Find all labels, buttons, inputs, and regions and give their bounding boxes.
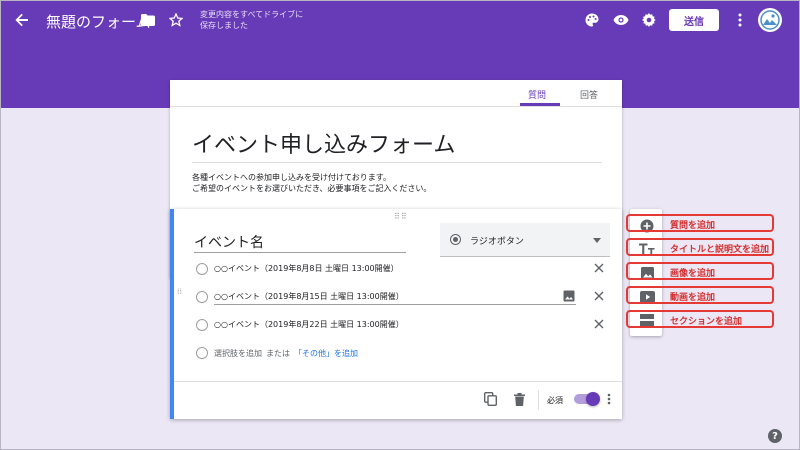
or-text: または <box>266 349 290 358</box>
palette-icon[interactable] <box>582 10 602 30</box>
duplicate-icon[interactable] <box>482 391 498 407</box>
active-tab-indicator <box>520 103 560 106</box>
top-app-bar: 無題のフォーム 変更内容をすべてドライブに 保存しました 送信 <box>0 0 800 40</box>
save-status: 変更内容をすべてドライブに 保存しました <box>200 10 304 30</box>
remove-option-icon[interactable] <box>592 261 606 275</box>
remove-option-icon[interactable] <box>592 289 606 303</box>
option-text[interactable]: ○○イベント（2019年8月8日 土曜日 13:00開催） <box>214 263 399 274</box>
add-image-icon[interactable] <box>562 289 576 303</box>
required-label: 必須 <box>547 396 563 405</box>
preview-eye-icon[interactable] <box>611 10 631 30</box>
option-text[interactable]: ○○イベント（2019年8月22日 土曜日 13:00開催） <box>214 319 404 330</box>
star-icon[interactable] <box>166 10 186 30</box>
add-other-link[interactable]: 「その他」を追加 <box>294 349 358 358</box>
question-title-underline <box>194 252 406 253</box>
card-footer-divider <box>174 381 622 382</box>
callout-add-question: 質問を追加 <box>626 214 774 232</box>
delete-trash-icon[interactable] <box>511 391 527 407</box>
add-option-link[interactable]: 選択肢を追加 <box>214 349 262 358</box>
form-name[interactable]: 無題のフォーム <box>46 11 151 32</box>
toggle-knob <box>586 392 600 406</box>
form-main-title[interactable]: イベント申し込みフォーム <box>192 127 455 159</box>
back-arrow-icon[interactable] <box>12 10 32 30</box>
option-underline <box>214 304 576 305</box>
tab-questions[interactable]: 質問 <box>528 88 546 101</box>
option-radio <box>196 319 208 331</box>
question-type-label: ラジオボタン <box>470 237 524 247</box>
callout-label: 質問を追加 <box>670 221 716 231</box>
callout-label: 画像を追加 <box>670 269 716 279</box>
more-vert-icon[interactable] <box>730 10 750 30</box>
add-option-line: 選択肢を追加 または 「その他」を追加 <box>214 348 358 359</box>
radio-button-icon <box>450 234 461 245</box>
question-card[interactable]: ⠿⠿ イベント名 ラジオボタン ○○イベント（2019年8月8日 土曜日 13:… <box>170 209 622 419</box>
option-text[interactable]: ○○イベント（2019年8月15日 土曜日 13:00開催） <box>214 291 404 302</box>
option-radio <box>196 263 208 275</box>
callout-add-section: セクションを追加 <box>626 310 774 328</box>
option-radio <box>196 291 208 303</box>
option-row[interactable]: ○○イベント（2019年8月22日 土曜日 13:00開催） <box>196 318 606 332</box>
account-avatar[interactable] <box>758 8 782 32</box>
drag-handle-icon[interactable]: ⠿⠿ <box>394 212 408 221</box>
callout-add-title: タイトルと説明文を追加 <box>626 238 774 256</box>
option-row-active[interactable]: ⁞⁞ ○○イベント（2019年8月15日 土曜日 13:00開催） <box>177 288 606 305</box>
form-description[interactable]: 各種イベントへの参加申し込みを受け付けております。 ご希望のイベントをお選びいた… <box>192 172 431 194</box>
more-options-icon[interactable] <box>606 391 612 407</box>
callout-label: タイトルと説明文を追加 <box>670 245 770 255</box>
tab-responses[interactable]: 回答 <box>580 88 598 101</box>
form-tabs: 質問 回答 <box>170 80 622 107</box>
folder-icon[interactable] <box>138 10 158 30</box>
callout-label: セクションを追加 <box>670 317 743 327</box>
option-row[interactable]: ○○イベント（2019年8月8日 土曜日 13:00開催） <box>196 262 606 276</box>
callout-label: 動画を追加 <box>670 293 716 303</box>
remove-option-icon[interactable] <box>592 317 606 331</box>
option-drag-handle-icon[interactable]: ⁞⁞ <box>177 288 185 296</box>
settings-gear-icon[interactable] <box>639 10 659 30</box>
help-icon[interactable]: ? <box>768 429 782 443</box>
dropdown-caret-icon <box>593 238 601 243</box>
title-divider <box>192 162 602 163</box>
required-toggle[interactable] <box>574 392 600 406</box>
callout-add-video: 動画を追加 <box>626 286 774 304</box>
mountain-logo-icon <box>760 10 780 30</box>
send-button[interactable]: 送信 <box>669 9 719 31</box>
footer-separator <box>538 390 539 410</box>
question-title[interactable]: イベント名 <box>194 232 264 252</box>
question-type-select[interactable]: ラジオボタン <box>440 223 610 257</box>
callout-add-image: 画像を追加 <box>626 262 774 280</box>
option-radio <box>196 347 208 359</box>
